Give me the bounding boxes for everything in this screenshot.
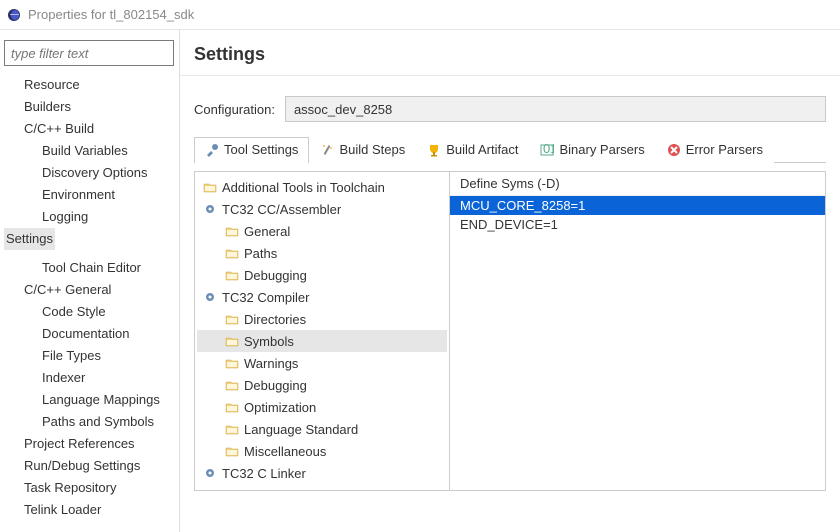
tab-build-steps[interactable]: Build Steps bbox=[309, 137, 416, 163]
configuration-dropdown[interactable]: assoc_dev_8258 bbox=[285, 96, 826, 122]
gear-icon bbox=[203, 290, 217, 304]
window-title: Properties for tl_802154_sdk bbox=[28, 7, 194, 22]
folder-icon bbox=[225, 224, 239, 238]
sidebar-item-indexer[interactable]: Indexer bbox=[4, 367, 175, 389]
tab-label: Build Steps bbox=[339, 142, 405, 157]
tabs: Tool Settings Build Steps Build Artifact 01… bbox=[194, 136, 826, 163]
sidebar-item-tool-chain-editor[interactable]: Tool Chain Editor bbox=[4, 257, 175, 279]
sidebar-item-file-types[interactable]: File Types bbox=[4, 345, 175, 367]
gear-icon bbox=[203, 202, 217, 216]
folder-icon bbox=[225, 400, 239, 414]
sidebar-item-c-c-build[interactable]: C/C++ Build bbox=[4, 118, 175, 140]
sidebar-item-language-mappings[interactable]: Language Mappings bbox=[4, 389, 175, 411]
folder-icon bbox=[225, 378, 239, 392]
tab-binary-parsers[interactable]: 01 Binary Parsers bbox=[529, 137, 655, 163]
sidebar-item-paths-and-symbols[interactable]: Paths and Symbols bbox=[4, 411, 175, 433]
folder-icon bbox=[225, 444, 239, 458]
page-title: Settings bbox=[180, 30, 840, 76]
tool-node-label: Warnings bbox=[244, 356, 298, 371]
tool-node-label: Directories bbox=[244, 312, 306, 327]
tool-node-label: Debugging bbox=[244, 268, 307, 283]
sidebar: ResourceBuildersC/C++ BuildBuild Variabl… bbox=[0, 30, 180, 532]
sidebar-item-c-c-general[interactable]: C/C++ General bbox=[4, 279, 175, 301]
tool-node-warnings[interactable]: Warnings bbox=[197, 352, 447, 374]
tools-icon bbox=[205, 143, 219, 157]
sidebar-item-task-repository[interactable]: Task Repository bbox=[4, 477, 175, 499]
tool-node-label: TC32 CC/Assembler bbox=[222, 202, 341, 217]
tool-node-debugging[interactable]: Debugging bbox=[197, 264, 447, 286]
eclipse-icon bbox=[6, 7, 22, 23]
gear-icon bbox=[203, 466, 217, 480]
sidebar-item-logging[interactable]: Logging bbox=[4, 206, 175, 228]
tool-node-language-standard[interactable]: Language Standard bbox=[197, 418, 447, 440]
tool-node-label: Miscellaneous bbox=[244, 444, 326, 459]
tab-label: Tool Settings bbox=[224, 142, 298, 157]
sidebar-item-environment[interactable]: Environment bbox=[4, 184, 175, 206]
wand-icon bbox=[320, 143, 334, 157]
tab-build-artifact[interactable]: Build Artifact bbox=[416, 137, 529, 163]
tool-node-directories[interactable]: Directories bbox=[197, 308, 447, 330]
sidebar-item-documentation[interactable]: Documentation bbox=[4, 323, 175, 345]
define-syms-panel: Define Syms (-D) MCU_CORE_8258=1END_DEVI… bbox=[450, 172, 825, 490]
tool-tree[interactable]: Additional Tools in Toolchain TC32 CC/Ass… bbox=[195, 172, 450, 490]
error-icon bbox=[667, 143, 681, 157]
tool-node-label: TC32 C Linker bbox=[222, 466, 306, 481]
tool-node-symbols[interactable]: Symbols bbox=[197, 330, 447, 352]
folder-icon bbox=[225, 246, 239, 260]
folder-icon bbox=[225, 268, 239, 282]
tool-node-label: Additional Tools in Toolchain bbox=[222, 180, 385, 195]
sidebar-item-resource[interactable]: Resource bbox=[4, 74, 175, 96]
folder-icon bbox=[225, 422, 239, 436]
tool-node-label: Debugging bbox=[244, 378, 307, 393]
tool-node-optimization[interactable]: Optimization bbox=[197, 396, 447, 418]
tool-node-label: TC32 Compiler bbox=[222, 290, 309, 305]
define-syms-header: Define Syms (-D) bbox=[450, 172, 825, 196]
tab-label: Error Parsers bbox=[686, 142, 763, 157]
svg-text:01: 01 bbox=[543, 143, 554, 156]
tool-node-additional-tools-in-toolchain[interactable]: Additional Tools in Toolchain bbox=[197, 176, 447, 198]
tab-tool-settings[interactable]: Tool Settings bbox=[194, 137, 309, 163]
sidebar-item-build-variables[interactable]: Build Variables bbox=[4, 140, 175, 162]
tool-node-label: Paths bbox=[244, 246, 277, 261]
define-syms-list[interactable]: MCU_CORE_8258=1END_DEVICE=1 bbox=[450, 196, 825, 234]
tool-node-miscellaneous[interactable]: Miscellaneous bbox=[197, 440, 447, 462]
tool-node-tc32-c-linker[interactable]: TC32 C Linker bbox=[197, 462, 447, 484]
main-area: ResourceBuildersC/C++ BuildBuild Variabl… bbox=[0, 30, 840, 532]
sidebar-item-run-debug-settings[interactable]: Run/Debug Settings bbox=[4, 455, 175, 477]
folder-icon bbox=[225, 356, 239, 370]
tool-node-label: General bbox=[244, 224, 290, 239]
folder-icon bbox=[225, 312, 239, 326]
sidebar-item-builders[interactable]: Builders bbox=[4, 96, 175, 118]
sidebar-item-discovery-options[interactable]: Discovery Options bbox=[4, 162, 175, 184]
folder-icon bbox=[203, 180, 217, 194]
configuration-value: assoc_dev_8258 bbox=[294, 102, 392, 117]
tab-label: Binary Parsers bbox=[559, 142, 644, 157]
configuration-row: Configuration: assoc_dev_8258 bbox=[194, 96, 826, 122]
tool-node-general[interactable]: General bbox=[197, 220, 447, 242]
tool-settings-body: Additional Tools in Toolchain TC32 CC/Ass… bbox=[194, 171, 826, 491]
category-tree[interactable]: ResourceBuildersC/C++ BuildBuild Variabl… bbox=[4, 74, 175, 521]
tool-node-tc32-compiler[interactable]: TC32 Compiler bbox=[197, 286, 447, 308]
titlebar: Properties for tl_802154_sdk bbox=[0, 0, 840, 30]
define-entry[interactable]: MCU_CORE_8258=1 bbox=[450, 196, 825, 215]
tool-node-label: Optimization bbox=[244, 400, 316, 415]
sidebar-item-telink-loader[interactable]: Telink Loader bbox=[4, 499, 175, 521]
sidebar-item-project-references[interactable]: Project References bbox=[4, 433, 175, 455]
binary-icon: 01 bbox=[540, 143, 554, 157]
content-pane: Settings Configuration: assoc_dev_8258 T… bbox=[180, 30, 840, 532]
configuration-label: Configuration: bbox=[194, 102, 275, 117]
tool-node-debugging[interactable]: Debugging bbox=[197, 374, 447, 396]
tool-node-paths[interactable]: Paths bbox=[197, 242, 447, 264]
sidebar-item-code-style[interactable]: Code Style bbox=[4, 301, 175, 323]
sidebar-item-settings[interactable]: Settings bbox=[4, 228, 55, 250]
tool-node-label: Language Standard bbox=[244, 422, 358, 437]
filter-input[interactable] bbox=[4, 40, 174, 66]
tool-node-tc32-cc-assembler[interactable]: TC32 CC/Assembler bbox=[197, 198, 447, 220]
trophy-icon bbox=[427, 143, 441, 157]
tab-error-parsers[interactable]: Error Parsers bbox=[656, 137, 774, 163]
define-entry[interactable]: END_DEVICE=1 bbox=[450, 215, 825, 234]
tool-node-label: Symbols bbox=[244, 334, 294, 349]
folder-icon bbox=[225, 334, 239, 348]
tab-label: Build Artifact bbox=[446, 142, 518, 157]
